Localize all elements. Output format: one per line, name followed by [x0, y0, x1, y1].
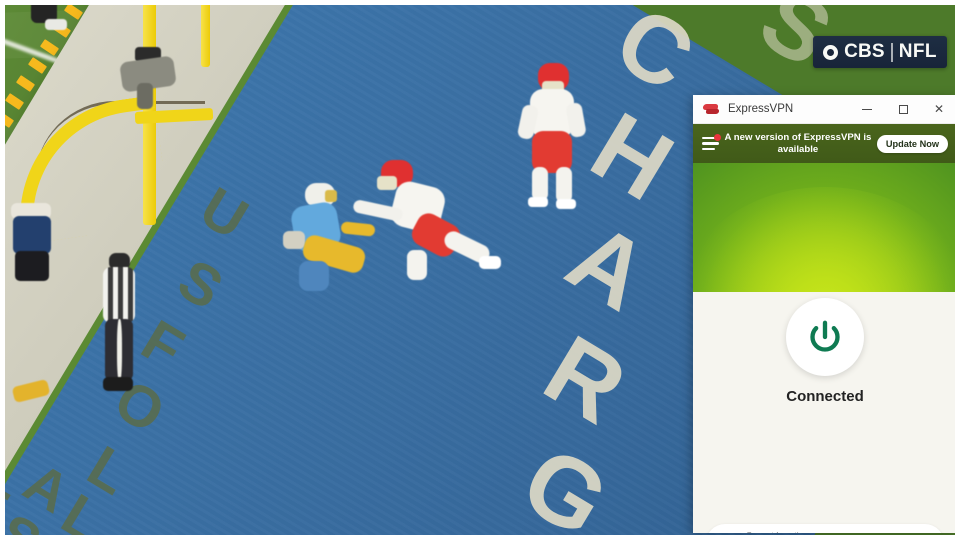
player-chiefs-tackler: [352, 160, 510, 290]
notification-dot: [714, 133, 721, 141]
current-location-card[interactable]: Current Location USA - Washington DC •••: [706, 524, 944, 533]
hero-glow: [693, 187, 955, 292]
sideline-equipment: [11, 203, 65, 283]
expressvpn-window: ExpressVPN ✕ A new version of ExpressVPN…: [693, 95, 955, 533]
close-icon[interactable]: ✕: [921, 95, 955, 124]
connection-hero: [693, 163, 955, 292]
cbs-eye-icon: [823, 44, 839, 60]
player-chiefs-defender: [516, 63, 592, 211]
minimize-icon[interactable]: [849, 95, 885, 124]
window-title: ExpressVPN: [728, 103, 794, 115]
current-location-label: Current Location: [746, 530, 808, 533]
hamburger-menu-icon[interactable]: [702, 133, 721, 151]
sideline-figure-top: [27, 5, 71, 37]
goal-post-upright-secondary: [201, 5, 210, 67]
cbs-label: CBS: [844, 41, 885, 62]
update-banner-message: A new version of ExpressVPN is available: [724, 131, 872, 155]
connection-status-text: Connected: [786, 388, 864, 405]
cbs-nfl-broadcast-bug: CBS NFL: [813, 36, 947, 68]
screenshot-root: C H A R G S U S F O L L A S E K: [0, 0, 960, 540]
field-cameraman: [117, 47, 187, 109]
maximize-icon[interactable]: [885, 95, 921, 124]
expressvpn-logo-icon: [702, 102, 721, 116]
power-button-icon[interactable]: [786, 298, 864, 376]
window-titlebar[interactable]: ExpressVPN ✕: [693, 95, 955, 124]
window-controls: ✕: [849, 95, 955, 124]
location-text-group: Current Location USA - Washington DC: [746, 525, 866, 533]
bug-divider: [890, 42, 893, 62]
photo-frame: C H A R G S U S F O L L A S E K: [5, 5, 955, 535]
update-banner: A new version of ExpressVPN is available…: [693, 124, 955, 163]
nfl-label: NFL: [898, 41, 937, 62]
referee: [97, 253, 145, 423]
update-now-button[interactable]: Update Now: [876, 134, 948, 153]
field-pylon: [11, 377, 51, 404]
